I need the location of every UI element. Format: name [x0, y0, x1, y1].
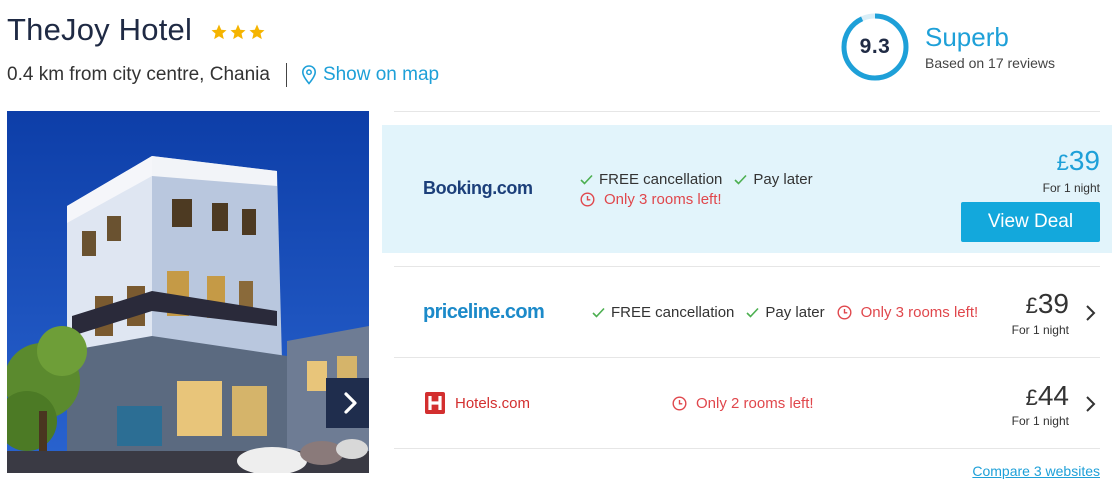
deal-features-hotels: Only 2 rooms left!: [672, 395, 814, 412]
rating-score: 9.3: [859, 35, 891, 58]
availability-text: Only 2 rooms left!: [696, 395, 814, 412]
free-cancellation-label: FREE cancellation: [611, 304, 735, 321]
price-period: For 1 night: [1042, 181, 1100, 195]
divider: [394, 448, 1100, 449]
location-line: 0.4 km from city centre, Chania Show on …: [7, 63, 439, 87]
divider: [394, 266, 1100, 267]
pay-later-label: Pay later: [765, 304, 825, 321]
divider: [394, 357, 1100, 358]
priceline-logo-text: priceline.com: [423, 301, 545, 323]
currency-symbol: £: [1056, 150, 1069, 175]
price-period: For 1 night: [1011, 323, 1069, 337]
hotels-logo-text: Hotels.com: [455, 394, 531, 412]
show-on-map-link[interactable]: Show on map: [301, 64, 439, 86]
photo-next-button[interactable]: [326, 378, 369, 428]
check-icon: [746, 307, 759, 318]
currency-symbol: £: [1025, 293, 1038, 318]
deal-price: £39: [1026, 288, 1069, 320]
hotel-photo[interactable]: [7, 111, 369, 473]
hotel-name: TheJoy Hotel: [7, 12, 193, 47]
hotel-building-image: [7, 111, 369, 473]
deal-price: £39: [1057, 145, 1100, 177]
star-icon: [249, 24, 265, 40]
booking-logo-text: Booking.com: [423, 178, 533, 198]
chevron-right-icon: [344, 392, 357, 414]
star-icon: [230, 24, 246, 40]
availability-text: Only 3 rooms left!: [860, 304, 979, 321]
divider: [285, 63, 287, 87]
currency-symbol: £: [1025, 385, 1038, 410]
clock-icon: [672, 396, 687, 411]
star-icon: [211, 24, 227, 40]
deal-features-booking: FREE cancellation Pay later: [580, 171, 813, 188]
pay-later-label: Pay later: [753, 171, 813, 188]
provider-logo-hotels[interactable]: Hotels.com: [423, 391, 530, 415]
view-deal-button[interactable]: View Deal: [961, 202, 1100, 242]
provider-logo-booking[interactable]: Booking.com: [423, 178, 533, 199]
deal-features-priceline: FREE cancellation Pay later Only 3 rooms…: [592, 304, 978, 321]
clock-icon: [580, 192, 595, 207]
compare-websites-link[interactable]: Compare 3 websites: [972, 463, 1100, 479]
show-on-map-label: Show on map: [322, 64, 440, 85]
divider: [394, 111, 1100, 112]
map-pin-icon: [301, 65, 316, 85]
price-period: For 1 night: [1011, 414, 1069, 428]
availability-text: Only 3 rooms left!: [604, 191, 722, 208]
hotels-logo-icon: [425, 392, 445, 414]
distance-text: 0.4 km from city centre, Chania: [7, 64, 270, 85]
chevron-right-icon[interactable]: [1084, 395, 1098, 413]
check-icon: [734, 174, 747, 185]
price-value: 44: [1037, 380, 1069, 411]
price-value: 39: [1068, 145, 1100, 176]
check-icon: [592, 307, 605, 318]
free-cancellation-label: FREE cancellation: [599, 171, 723, 188]
check-icon: [580, 174, 593, 185]
deal-price: £44: [1026, 380, 1069, 412]
rating-label: Superb: [925, 22, 1009, 52]
availability-warning: Only 3 rooms left!: [580, 191, 722, 208]
clock-icon: [837, 305, 852, 320]
chevron-right-icon[interactable]: [1084, 304, 1098, 322]
price-value: 39: [1037, 288, 1069, 319]
review-count: Based on 17 reviews: [925, 55, 1055, 71]
star-rating: [210, 23, 266, 41]
provider-logo-priceline[interactable]: priceline.com: [423, 301, 545, 324]
